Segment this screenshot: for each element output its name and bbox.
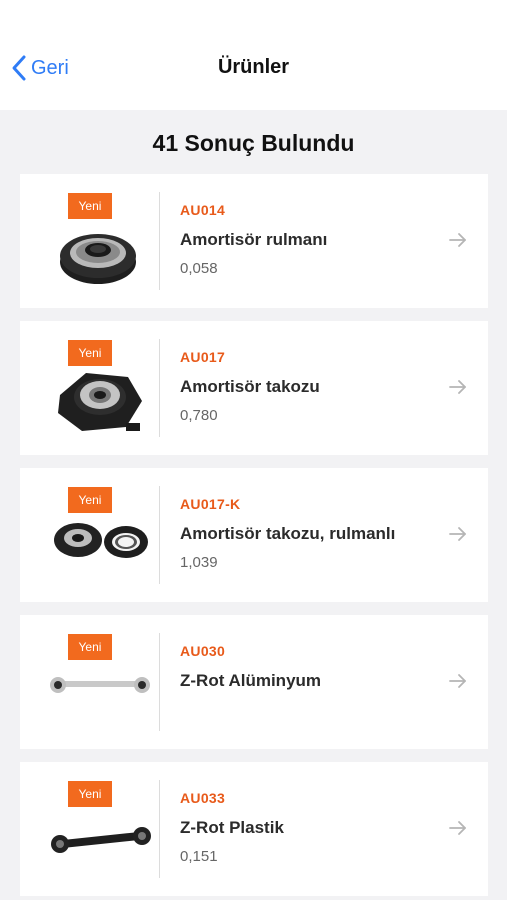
product-weight: 0,780 <box>180 407 218 424</box>
divider <box>159 486 160 584</box>
product-name: Amortisör rulmanı <box>180 230 328 249</box>
product-image <box>42 218 154 290</box>
navigation-bar: Geri Ürünler <box>0 0 507 110</box>
product-name: Z-Rot Alüminyum <box>180 671 322 690</box>
arrow-right-icon <box>449 233 466 247</box>
divider <box>159 780 160 878</box>
arrow-right-icon <box>449 821 466 835</box>
arrow-right-icon <box>449 527 466 541</box>
product-code: AU014 <box>180 202 226 218</box>
product-image <box>42 806 154 878</box>
arrow-right-icon <box>449 380 466 394</box>
aluminium-link-rod-image <box>50 677 150 693</box>
product-card[interactable]: Yeni AU017 Amortisör takozu 0,780 <box>20 321 488 455</box>
product-image <box>42 659 154 731</box>
arrow-right-icon <box>449 674 466 688</box>
product-card[interactable]: Yeni AU033 Z-Rot Plastik 0,151 <box>20 762 488 896</box>
product-code: AU033 <box>180 790 226 806</box>
product-card[interactable]: Yeni AU017-K Amortisör takozu, rulmanlı … <box>20 468 488 602</box>
strut-mount-with-bearing-image <box>54 523 148 558</box>
divider <box>159 192 160 290</box>
new-badge: Yeni <box>68 781 112 807</box>
divider <box>159 339 160 437</box>
product-card[interactable]: Yeni AU030 Z-Rot Alüminyum <box>20 615 488 749</box>
product-name: Amortisör takozu <box>180 377 320 396</box>
strut-mount-image <box>58 373 142 431</box>
product-list: Yeni AU014 Amortisör rulmanı 0,058 Yeni <box>20 174 488 900</box>
product-image <box>42 512 154 584</box>
product-code: AU017 <box>180 349 226 365</box>
product-card[interactable]: Yeni AU014 Amortisör rulmanı 0,058 <box>20 174 488 308</box>
strut-bearing-image <box>60 234 136 284</box>
product-code: AU017-K <box>180 496 241 512</box>
new-badge: Yeni <box>68 487 112 513</box>
product-code: AU030 <box>180 643 226 659</box>
product-name: Amortisör takozu, rulmanlı <box>180 524 396 543</box>
product-name: Z-Rot Plastik <box>180 818 284 837</box>
new-badge: Yeni <box>68 634 112 660</box>
product-weight: 0,151 <box>180 848 218 865</box>
new-badge: Yeni <box>68 340 112 366</box>
product-weight: 0,058 <box>180 260 218 277</box>
new-badge: Yeni <box>68 193 112 219</box>
product-weight: 1,039 <box>180 554 218 571</box>
plastic-link-rod-image <box>51 827 151 853</box>
results-count-title: 41 Sonuç Bulundu <box>152 130 355 156</box>
divider <box>159 633 160 731</box>
page-title: Ürünler <box>217 56 290 78</box>
product-image <box>42 365 154 437</box>
